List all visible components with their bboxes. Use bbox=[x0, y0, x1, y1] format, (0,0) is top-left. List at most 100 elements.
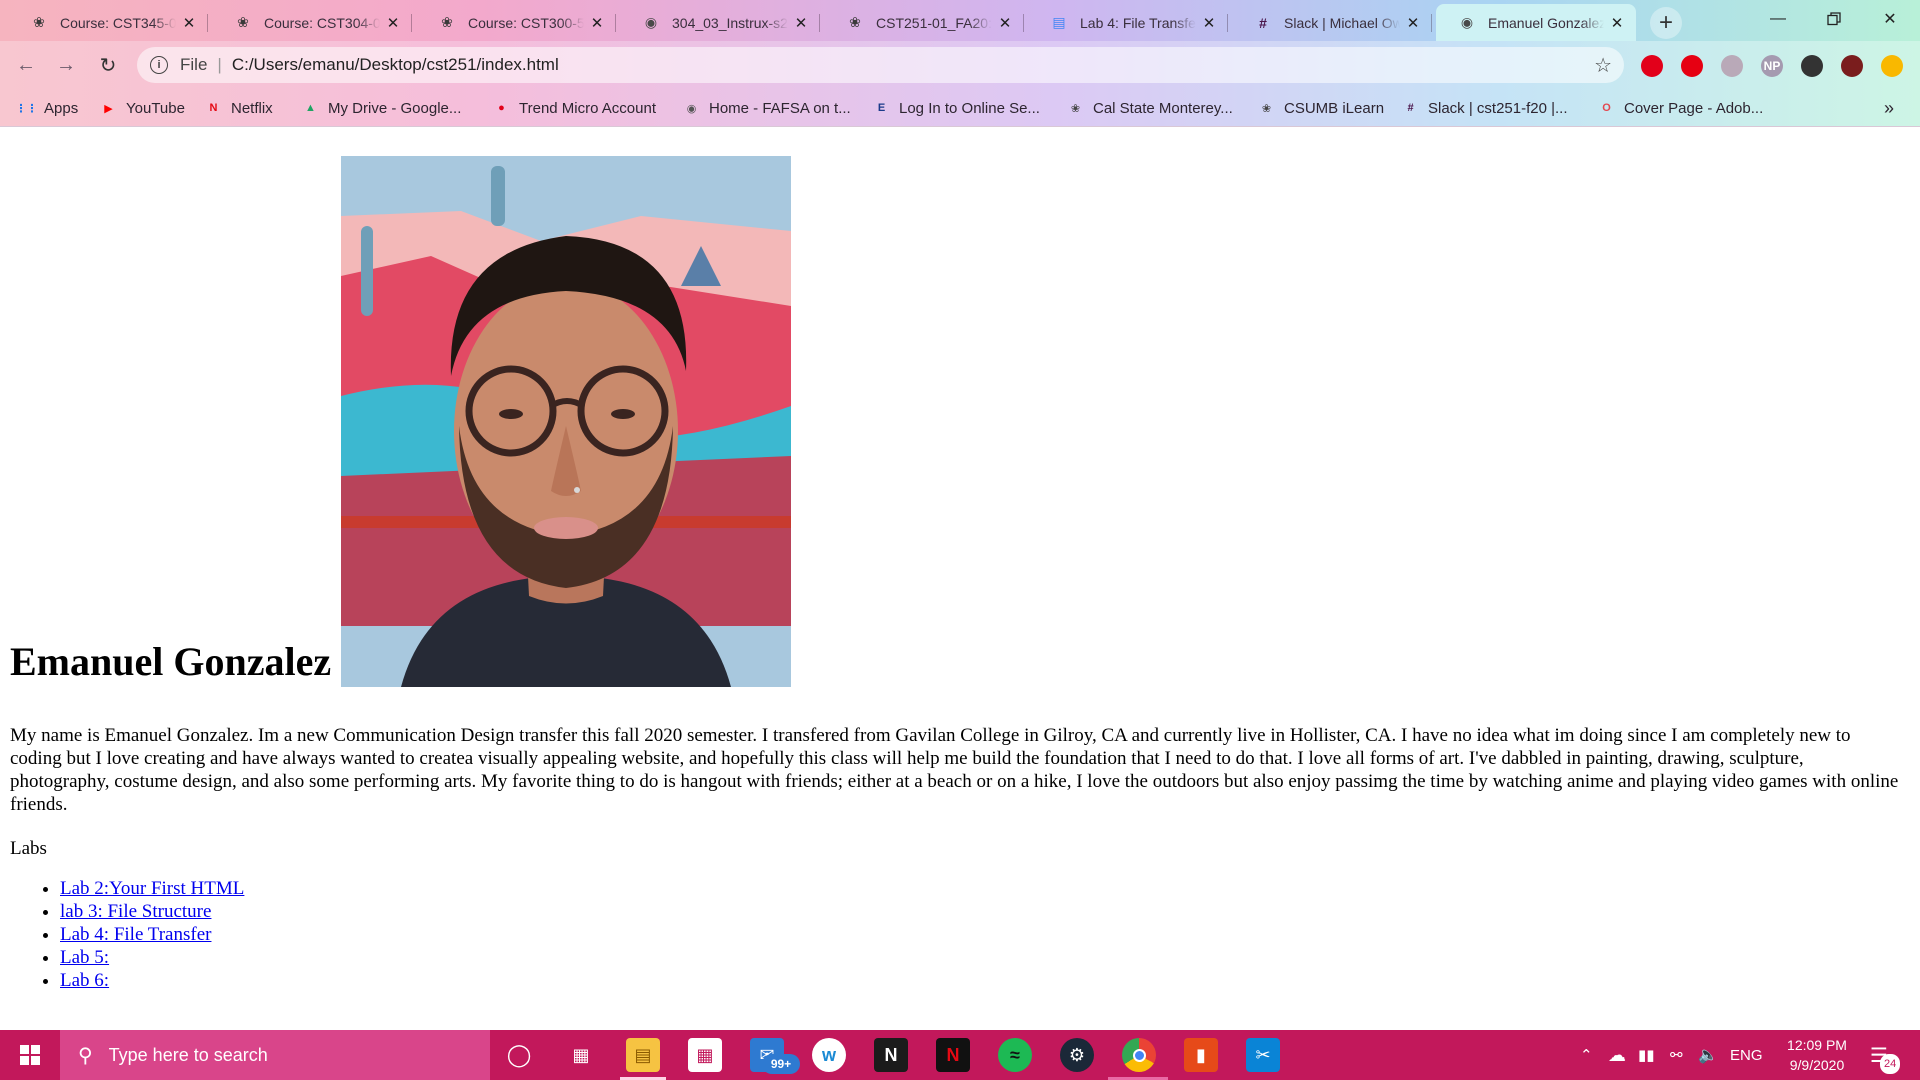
bookmark-item[interactable]: ⋮⋮ Apps bbox=[15, 97, 79, 119]
lab-5-link[interactable]: Lab 5: bbox=[60, 947, 109, 968]
np-extension-icon[interactable]: NP bbox=[1761, 55, 1783, 77]
microsoft-store-icon[interactable]: ▦ bbox=[688, 1038, 722, 1072]
bookmark-item[interactable]: # Slack | cst251-f20 |... bbox=[1402, 97, 1567, 119]
heading-row: Emanuel Gonzalez bbox=[10, 156, 792, 687]
profile-avatar-icon[interactable] bbox=[1841, 55, 1863, 77]
spotify-icon[interactable]: ≈ bbox=[998, 1038, 1032, 1072]
bookmark-star-icon[interactable]: ☆ bbox=[1594, 53, 1612, 78]
battery-icon[interactable]: ▮▮ bbox=[1638, 1030, 1655, 1080]
wifi-icon[interactable]: ⚯ bbox=[1670, 1030, 1683, 1080]
ilearn-icon: ❀ bbox=[1261, 102, 1272, 115]
bookmark-item[interactable]: ❀ Cal State Monterey... bbox=[1067, 97, 1233, 119]
bookmark-item[interactable]: ▶ YouTube bbox=[100, 97, 185, 119]
back-button[interactable]: ← bbox=[10, 49, 42, 81]
clock-date: 9/9/2020 bbox=[1789, 1057, 1845, 1073]
reload-button[interactable]: ↻ bbox=[92, 49, 124, 81]
bookmark-item[interactable]: ◉ Home - FAFSA on t... bbox=[683, 97, 851, 119]
tab-close-icon[interactable]: ✕ bbox=[588, 14, 606, 32]
url-text[interactable]: C:/Users/emanu/Desktop/cst251/index.html bbox=[232, 55, 559, 75]
bookmark-item[interactable]: ● Trend Micro Account bbox=[493, 97, 656, 119]
ilearn-icon: ❀ bbox=[849, 14, 861, 30]
tab-close-icon[interactable]: ✕ bbox=[1404, 14, 1422, 32]
tab-close-icon[interactable]: ✕ bbox=[1200, 14, 1218, 32]
file-explorer-icon[interactable]: ▤ bbox=[626, 1038, 660, 1072]
language-indicator[interactable]: ENG bbox=[1730, 1030, 1763, 1080]
portrait-illustration bbox=[341, 156, 792, 687]
list-item: Lab 2:Your First HTML bbox=[60, 877, 244, 900]
ilearn-icon: ❀ bbox=[1070, 102, 1081, 115]
restore-button[interactable] bbox=[1806, 0, 1862, 38]
taskbar-search-box[interactable]: ⚲ Type here to search bbox=[60, 1030, 490, 1080]
youtube-icon: ▶ bbox=[104, 102, 113, 115]
snip-tool-icon[interactable]: ✂ bbox=[1246, 1038, 1280, 1072]
browser-tab[interactable]: ❀ Course: CST345-01 ✕ bbox=[8, 4, 208, 41]
windows-taskbar: ⚲ Type here to search ◯ ▦ ▤ ▦ ✉ 99+ w N … bbox=[0, 1030, 1920, 1080]
wattpad-icon[interactable]: w bbox=[812, 1038, 846, 1072]
bookmark-label: Cover Page - Adob... bbox=[1624, 99, 1764, 117]
browser-tab[interactable]: ◉ Emanuel Gonzalez ✕ bbox=[1436, 4, 1636, 41]
bookmark-item[interactable]: O Cover Page - Adob... bbox=[1598, 97, 1763, 119]
minimize-button[interactable]: — bbox=[1750, 0, 1806, 38]
office-icon[interactable]: ▮ bbox=[1184, 1038, 1218, 1072]
extension-grey-icon[interactable] bbox=[1721, 55, 1743, 77]
forward-button[interactable]: → bbox=[50, 49, 82, 81]
labs-list: Lab 2:Your First HTML lab 3: File Struct… bbox=[10, 877, 244, 992]
steam-icon[interactable]: ⚙ bbox=[1060, 1038, 1094, 1072]
adobe-icon: O bbox=[1602, 102, 1611, 114]
tab-close-icon[interactable]: ✕ bbox=[1608, 14, 1626, 32]
tab-title: CST251-01_FA20: L bbox=[876, 14, 992, 31]
netflix-icon[interactable]: N bbox=[936, 1038, 970, 1072]
apps-grid-icon: ⋮⋮ bbox=[15, 102, 38, 115]
tab-close-icon[interactable]: ✕ bbox=[996, 14, 1014, 32]
tab-title: Course: CST300-52 bbox=[468, 14, 584, 31]
url-divider: | bbox=[217, 55, 222, 74]
bookmarks-overflow-button[interactable]: » bbox=[1884, 97, 1894, 119]
extensions-puzzle-icon[interactable] bbox=[1801, 55, 1823, 77]
globe-icon: ◉ bbox=[686, 102, 697, 115]
bookmark-item[interactable]: ▲ My Drive - Google... bbox=[302, 97, 461, 119]
browser-tab[interactable]: ❀ CST251-01_FA20: L ✕ bbox=[824, 4, 1024, 41]
notion-icon[interactable]: N bbox=[874, 1038, 908, 1072]
lab-6-link[interactable]: Lab 6: bbox=[60, 970, 109, 991]
browser-tab[interactable]: ▤ Lab 4: File Transfer ✕ bbox=[1028, 4, 1228, 41]
browser-tab[interactable]: ❀ Course: CST300-52 ✕ bbox=[416, 4, 616, 41]
bookmark-item[interactable]: N Netflix bbox=[205, 97, 273, 119]
tab-close-icon[interactable]: ✕ bbox=[792, 14, 810, 32]
close-window-button[interactable]: ✕ bbox=[1862, 0, 1918, 38]
lab-3-link[interactable]: lab 3: File Structure bbox=[60, 901, 211, 922]
browser-tab[interactable]: # Slack | Michael Ow ✕ bbox=[1232, 4, 1432, 41]
notification-count-badge: 24 bbox=[1880, 1054, 1901, 1074]
update-icon[interactable] bbox=[1881, 55, 1903, 77]
trend-micro-icon[interactable] bbox=[1641, 55, 1663, 77]
trend-micro-icon: ● bbox=[498, 102, 505, 114]
tab-separator bbox=[411, 14, 412, 32]
show-hidden-icons-button[interactable]: ⌃ bbox=[1580, 1030, 1593, 1080]
clock-time: 12:09 PM bbox=[1787, 1037, 1847, 1053]
ilearn-icon: ❀ bbox=[237, 14, 249, 30]
chrome-icon[interactable] bbox=[1122, 1038, 1156, 1072]
task-view-icon[interactable]: ▦ bbox=[564, 1038, 598, 1072]
onedrive-icon[interactable]: ☁ bbox=[1608, 1030, 1626, 1080]
tab-close-icon[interactable]: ✕ bbox=[384, 14, 402, 32]
taskbar-clock[interactable]: 12:09 PM 9/9/2020 bbox=[1762, 1035, 1872, 1075]
bookmark-item[interactable]: E Log In to Online Se... bbox=[873, 97, 1040, 119]
volume-icon[interactable]: 🔈 bbox=[1698, 1030, 1718, 1080]
bookmark-item[interactable]: ❀ CSUMB iLearn bbox=[1258, 97, 1384, 119]
lab-2-link[interactable]: Lab 2:Your First HTML bbox=[60, 878, 244, 899]
mail-badge: 99+ bbox=[762, 1054, 800, 1074]
browser-tab[interactable]: ❀ Course: CST304-01 ✕ bbox=[212, 4, 412, 41]
site-info-icon[interactable]: i bbox=[150, 56, 168, 74]
lab-4-link[interactable]: Lab 4: File Transfer bbox=[60, 924, 211, 945]
browser-toolbar: ← → ↻ i File | C:/Users/emanu/Desktop/cs… bbox=[0, 41, 1920, 89]
cortana-icon[interactable]: ◯ bbox=[502, 1038, 536, 1072]
bookmark-label: CSUMB iLearn bbox=[1284, 99, 1385, 117]
ilearn-icon: ❀ bbox=[33, 14, 45, 30]
address-bar[interactable]: i File | C:/Users/emanu/Desktop/cst251/i… bbox=[137, 47, 1624, 83]
tab-title: Emanuel Gonzalez bbox=[1488, 14, 1604, 31]
new-tab-button[interactable]: + bbox=[1650, 7, 1682, 39]
tab-close-icon[interactable]: ✕ bbox=[180, 14, 198, 32]
edd-icon: E bbox=[877, 102, 886, 114]
start-button[interactable] bbox=[0, 1030, 60, 1080]
browser-tab[interactable]: ◉ 304_03_Instrux-s20 ✕ bbox=[620, 4, 820, 41]
adblock-icon[interactable] bbox=[1681, 55, 1703, 77]
